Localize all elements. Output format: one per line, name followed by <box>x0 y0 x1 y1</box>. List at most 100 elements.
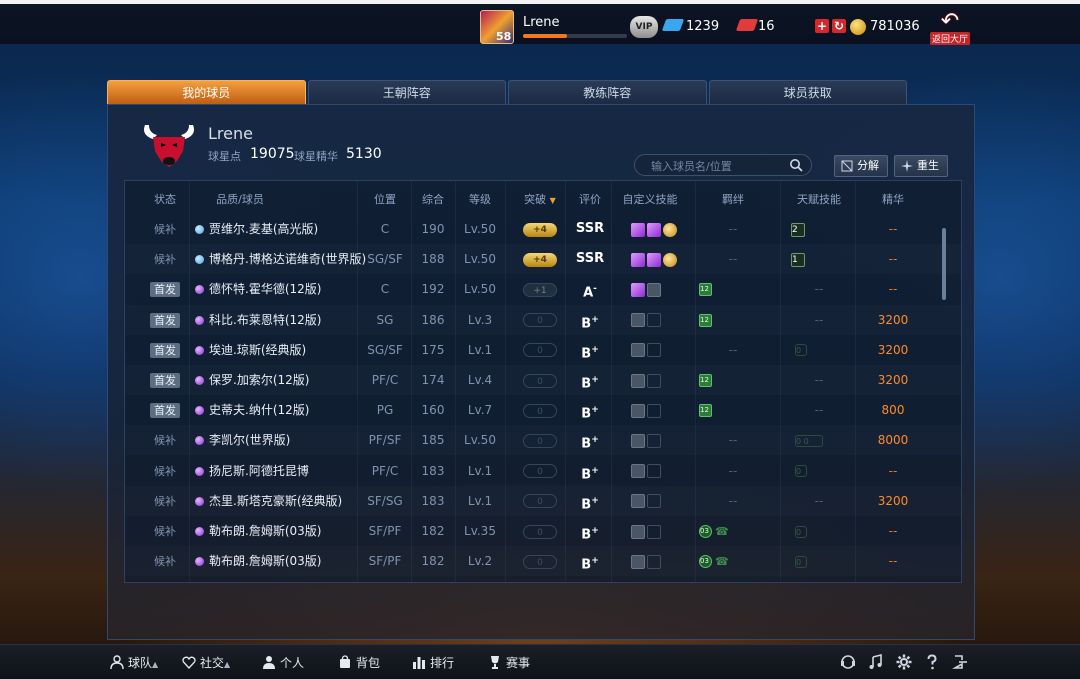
coin-icon <box>850 19 866 35</box>
nav-bag[interactable]: 背包 <box>338 654 380 671</box>
skill-card-icon[interactable] <box>631 222 645 237</box>
custom-skills-cell[interactable] <box>615 395 685 425</box>
tab-bar: 我的球员 王朝阵容 教练阵容 球员获取 <box>107 80 907 104</box>
table-row[interactable]: 首发 保罗.加索尔(12版) PF/C 174 Lv.4 0 B+ 12 -- 3200 <box>125 365 961 395</box>
empty-skill-slot[interactable] <box>647 373 661 388</box>
lock-icon <box>631 433 645 448</box>
person-icon <box>110 655 124 669</box>
talent-slot: 0 <box>795 465 807 478</box>
table-row[interactable]: 候补 勒布朗.詹姆斯(03版) SF/PF 182 Lv.35 0 B+ 03 ☎ 0 -- <box>125 516 961 546</box>
custom-skills-cell[interactable] <box>615 425 685 455</box>
skill-card-icon[interactable] <box>647 252 661 267</box>
skill-card-icon[interactable] <box>631 252 645 267</box>
back-arrow-icon: ↶ <box>940 9 960 34</box>
nav-events[interactable]: 赛事 <box>488 654 530 671</box>
custom-skills-cell[interactable] <box>615 365 685 395</box>
tab-dynasty-lineup[interactable]: 王朝阵容 <box>307 80 506 104</box>
bond-empty: -- <box>728 463 738 478</box>
empty-skill-slot[interactable] <box>647 343 661 358</box>
empty-skill-slot[interactable] <box>647 313 661 328</box>
nav-ranking[interactable]: 排行 <box>412 654 454 671</box>
add-currency-button[interactable]: + <box>815 19 829 33</box>
col-breakthrough-label: 突破 <box>524 193 547 206</box>
custom-skills-cell[interactable] <box>615 335 685 365</box>
table-scrollbar[interactable] <box>942 228 946 300</box>
player-name-cell[interactable]: 德怀特.霍华德(12版) <box>195 274 365 304</box>
player-position: PF/SF <box>368 433 402 448</box>
custom-skills-cell[interactable] <box>615 305 685 335</box>
essence-value: -- <box>888 252 898 267</box>
skill-card-icon[interactable] <box>647 222 661 237</box>
custom-skills-cell[interactable] <box>615 274 685 304</box>
rebirth-button[interactable]: 重生 <box>894 155 948 177</box>
tab-my-players[interactable]: 我的球员 <box>107 80 306 104</box>
player-name-cell[interactable]: 博格丹.博格达诺维奇(世界版) <box>195 244 366 274</box>
tab-coach-lineup[interactable]: 教练阵容 <box>508 80 707 104</box>
player-name-cell[interactable]: 史蒂夫.纳什(12版) <box>195 395 365 425</box>
vip-badge[interactable]: VIP <box>630 16 658 38</box>
breakthrough-cell: +4 <box>515 214 565 244</box>
nav-personal[interactable]: 个人 <box>262 654 304 671</box>
player-name-cell[interactable]: 保罗.加索尔(12版) <box>195 365 365 395</box>
player-name-cell[interactable]: 埃迪.琼斯(经典版) <box>195 335 365 365</box>
skill-card-icon[interactable] <box>631 282 645 297</box>
table-row[interactable]: 候补 李凯尔(世界版) PF/SF 185 Lv.50 0 B+ -- 0 0 8000 <box>125 425 961 455</box>
table-row[interactable]: 候补 勒布朗.詹姆斯(03版) SF/PF 182 Lv.2 0 B+ 03 ☎ 0 -- <box>125 546 961 576</box>
rating-value: A <box>583 285 594 301</box>
lock-icon <box>631 343 645 358</box>
back-to-lobby-button[interactable]: ↶ 返回大厅 <box>930 9 970 46</box>
ranking-icon <box>413 657 425 669</box>
custom-skills-cell[interactable] <box>615 244 685 274</box>
player-name-cell[interactable]: 扬尼斯.阿德托昆博 <box>195 456 365 486</box>
table-row[interactable]: 首发 科比.布莱恩特(12版) SG 186 Lv.3 0 B+ 12 -- 3200 <box>125 305 961 335</box>
help-icon[interactable] <box>924 654 940 670</box>
skill-medal-icon[interactable] <box>663 252 677 267</box>
empty-skill-slot[interactable] <box>647 524 661 539</box>
breakthrough-badge: 0 <box>523 373 557 388</box>
table-row[interactable]: 候补 博格丹.博格达诺维奇(世界版) SG/SF 188 Lv.50 +4 SSR -- 1 -- <box>125 244 961 274</box>
exchange-button[interactable]: ↻ <box>832 19 846 33</box>
col-breakthrough[interactable]: 突破 ▼ <box>515 191 565 207</box>
player-name-cell[interactable]: 李凯尔(世界版) <box>195 425 365 455</box>
table-row[interactable]: 候补 杰里.斯塔克豪斯(经典版) SF/SG 183 Lv.1 0 B+ -- -- 3200 <box>125 486 961 516</box>
breakthrough-badge: 0 <box>523 343 557 358</box>
skill-medal-icon[interactable] <box>663 222 677 237</box>
col-player: 品质/球员 <box>216 193 264 206</box>
table-row[interactable]: 候补 贾维尔.麦基(高光版) C 190 Lv.50 +4 SSR -- 2 -- <box>125 214 961 244</box>
search-icon[interactable] <box>789 158 803 172</box>
table-row[interactable]: 首发 德怀特.霍华德(12版) C 192 Lv.50 +1 A- 12 -- -- <box>125 274 961 304</box>
table-row[interactable]: 首发 史蒂夫.纳什(12版) PG 160 Lv.7 0 B+ 12 -- 800 <box>125 395 961 425</box>
table-row[interactable]: 首发 埃迪.琼斯(经典版) SG/SF 175 Lv.1 0 B+ -- 0 3200 <box>125 335 961 365</box>
nav-social[interactable]: 社交▲ <box>182 654 230 671</box>
empty-skill-slot[interactable] <box>647 403 661 418</box>
decompose-button[interactable]: 分解 <box>834 155 888 177</box>
player-name-cell[interactable]: 贾维尔.麦基(高光版) <box>195 214 365 244</box>
player-name-cell[interactable]: 杰里.斯塔克豪斯(经典版) <box>195 486 365 516</box>
tab-player-acquire[interactable]: 球员获取 <box>708 80 907 104</box>
support-icon[interactable] <box>840 654 856 670</box>
gear-icon[interactable] <box>896 654 912 670</box>
custom-skills-cell[interactable] <box>615 456 685 486</box>
custom-skills-cell[interactable] <box>615 214 685 244</box>
player-name-cell[interactable]: 勒布朗.詹姆斯(03版) <box>195 546 365 576</box>
empty-skill-slot[interactable] <box>647 433 661 448</box>
empty-skill-slot[interactable] <box>647 464 661 479</box>
player-position: SG/SF <box>367 252 403 267</box>
search-input[interactable]: 输入球员名/位置 <box>634 154 812 176</box>
empty-skill-slot[interactable] <box>647 494 661 509</box>
player-name-cell[interactable]: 科比.布莱恩特(12版) <box>195 305 365 335</box>
nav-bag-label: 背包 <box>356 656 381 670</box>
nav-team[interactable]: 球队▲ <box>110 654 158 671</box>
music-icon[interactable] <box>868 654 884 670</box>
custom-skills-cell[interactable] <box>615 516 685 546</box>
player-name-cell[interactable]: 勒布朗.詹姆斯(03版) <box>195 516 365 546</box>
custom-skills-cell[interactable] <box>615 486 685 516</box>
talent-cell: 0 <box>795 456 845 486</box>
bottom-nav: 球队▲ 社交▲ 个人 背包 排行 赛事 <box>0 644 1080 679</box>
breakthrough-badge: +1 <box>523 282 557 297</box>
table-row[interactable]: 候补 扬尼斯.阿德托昆博 PF/C 183 Lv.1 0 B+ -- 0 -- <box>125 456 961 486</box>
player-overall: 186 <box>421 312 445 327</box>
exit-icon[interactable] <box>952 654 968 670</box>
empty-skill-slot[interactable] <box>647 554 661 569</box>
custom-skills-cell[interactable] <box>615 546 685 576</box>
